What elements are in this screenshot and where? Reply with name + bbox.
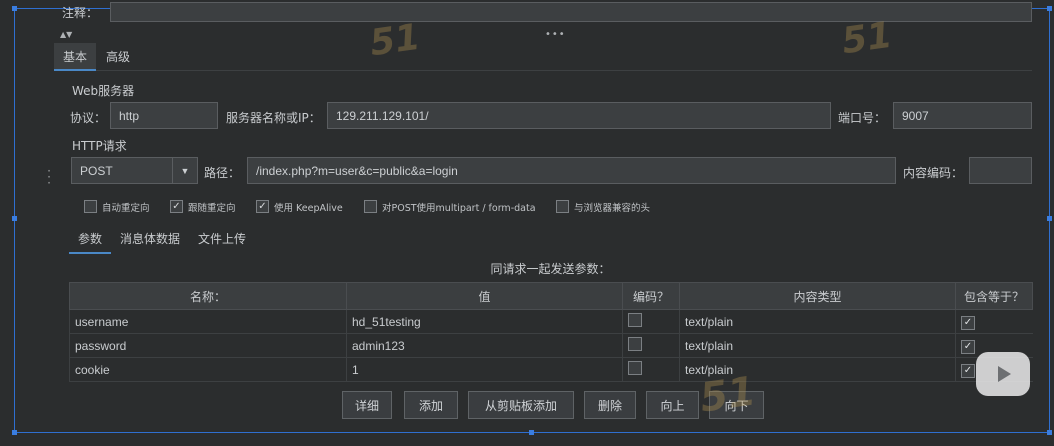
follow-redirect-checkbox[interactable]: ✓ xyxy=(170,200,183,213)
resize-handle[interactable] xyxy=(12,6,17,11)
detail-button[interactable]: 详细 xyxy=(342,391,392,419)
encode-checkbox[interactable] xyxy=(628,313,642,327)
protocol-label: 协议： xyxy=(70,111,107,125)
move-up-button[interactable]: 向上 xyxy=(646,391,699,419)
param-name-cell[interactable]: username xyxy=(69,309,347,334)
drag-grip-icon[interactable]: · · · xyxy=(46,165,52,189)
port-label: 端口号： xyxy=(838,111,887,125)
content-type-cell[interactable]: text/plain xyxy=(679,309,956,334)
resize-handle[interactable] xyxy=(1047,216,1052,221)
path-label: 路径： xyxy=(204,166,241,180)
splitter-grip-icon[interactable]: ••• xyxy=(545,29,566,40)
tab-body-data[interactable]: 消息体数据 xyxy=(115,225,185,252)
encode-cell xyxy=(622,309,680,334)
http-request-section-title: HTTP请求 xyxy=(72,139,127,153)
port-input[interactable]: 9007 xyxy=(893,102,1032,129)
method-value: POST xyxy=(80,163,113,178)
params-caption: 同请求一起发送参数： xyxy=(490,262,611,276)
auto-redirect-checkbox[interactable] xyxy=(84,200,97,213)
tab-basic[interactable]: 基本 xyxy=(54,43,96,71)
protocol-input[interactable]: http xyxy=(110,102,218,129)
multipart-checkbox[interactable] xyxy=(364,200,377,213)
web-server-section-title: Web服务器 xyxy=(72,84,135,98)
param-value-cell[interactable]: admin123 xyxy=(346,333,623,358)
content-encoding-input[interactable] xyxy=(969,157,1032,184)
content-encoding-label: 内容编码： xyxy=(903,166,964,180)
param-value-cell[interactable]: hd_51testing xyxy=(346,309,623,334)
column-header-name[interactable]: 名称： xyxy=(69,282,347,310)
path-input[interactable]: /index.php?m=user&c=public&a=login xyxy=(247,157,896,184)
content-type-cell[interactable]: text/plain xyxy=(679,333,956,358)
table-header-row: 名称： 值 编码？ 内容类型 包含等于？ xyxy=(69,282,1033,310)
browser-compatible-headers-checkbox[interactable] xyxy=(556,200,569,213)
param-name-cell[interactable]: cookie xyxy=(69,357,347,382)
resize-handle[interactable] xyxy=(12,216,17,221)
param-name-cell[interactable]: password xyxy=(69,333,347,358)
move-down-button[interactable]: 向下 xyxy=(709,391,764,419)
follow-redirect-label: 跟随重定向 xyxy=(188,203,236,214)
comment-label: 注释： xyxy=(62,6,99,20)
browser-compatible-headers-label: 与浏览器兼容的头 xyxy=(574,203,651,214)
include-equals-checkbox[interactable]: ✓ xyxy=(961,315,975,330)
delete-button[interactable]: 删除 xyxy=(584,391,636,419)
include-equals-cell: ✓ xyxy=(955,309,1033,334)
resize-handle[interactable] xyxy=(1047,430,1052,435)
column-header-content-type[interactable]: 内容类型 xyxy=(679,282,956,310)
tab-file-upload[interactable]: 文件上传 xyxy=(192,225,252,252)
tab-advanced[interactable]: 高级 xyxy=(98,43,138,69)
param-value-cell[interactable]: 1 xyxy=(346,357,623,382)
server-input[interactable]: 129.211.129.101/ xyxy=(327,102,831,129)
include-equals-checkbox[interactable]: ✓ xyxy=(961,339,975,354)
multipart-label: 对POST使用multipart / form-data xyxy=(382,203,536,214)
collapse-arrows-icon[interactable]: ▲▼ xyxy=(60,30,72,39)
resize-handle[interactable] xyxy=(529,430,534,435)
params-table: 名称： 值 编码？ 内容类型 包含等于？ username hd_51testi… xyxy=(69,282,1033,382)
encode-cell xyxy=(622,333,680,358)
content-type-cell[interactable]: text/plain xyxy=(679,357,956,382)
column-header-encode[interactable]: 编码？ xyxy=(622,282,680,310)
column-header-include-equals[interactable]: 包含等于？ xyxy=(955,282,1033,310)
video-play-icon[interactable] xyxy=(976,352,1030,396)
auto-redirect-label: 自动重定向 xyxy=(102,203,150,214)
comment-input[interactable] xyxy=(110,2,1032,22)
keepalive-label: 使用 KeepAlive xyxy=(274,203,343,214)
include-equals-checkbox[interactable]: ✓ xyxy=(961,363,975,378)
chevron-down-icon[interactable]: ▼ xyxy=(172,158,197,183)
main-tab-bar: 基本 高级 xyxy=(54,43,1032,71)
encode-checkbox[interactable] xyxy=(628,337,642,351)
resize-handle[interactable] xyxy=(12,430,17,435)
add-button[interactable]: 添加 xyxy=(404,391,458,419)
add-from-clipboard-button[interactable]: 从剪贴板添加 xyxy=(468,391,574,419)
table-row[interactable]: password admin123 text/plain ✓ xyxy=(69,333,1033,358)
method-select[interactable]: POST ▼ xyxy=(71,157,198,184)
sub-tab-bar: 参数 消息体数据 文件上传 xyxy=(69,225,1032,254)
encode-cell xyxy=(622,357,680,382)
keepalive-checkbox[interactable]: ✓ xyxy=(256,200,269,213)
server-label: 服务器名称或IP： xyxy=(226,111,321,125)
encode-checkbox[interactable] xyxy=(628,361,642,375)
column-header-value[interactable]: 值 xyxy=(346,282,623,310)
resize-handle[interactable] xyxy=(1047,6,1052,11)
tab-parameters[interactable]: 参数 xyxy=(69,225,111,254)
table-row[interactable]: cookie 1 text/plain ✓ xyxy=(69,357,1033,382)
play-icon xyxy=(998,366,1011,382)
table-row[interactable]: username hd_51testing text/plain ✓ xyxy=(69,309,1033,334)
